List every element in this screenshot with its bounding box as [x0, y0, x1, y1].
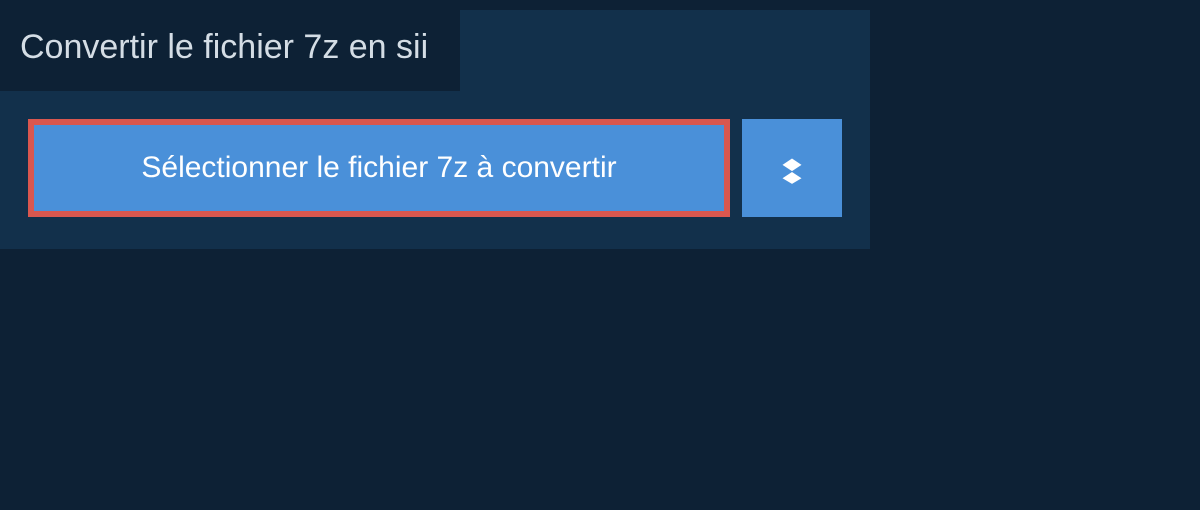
upload-panel: Sélectionner le fichier 7z à convertir	[0, 91, 870, 249]
page-title: Convertir le fichier 7z en sii	[0, 10, 460, 91]
dropbox-button[interactable]	[742, 119, 842, 217]
page-title-text: Convertir le fichier 7z en sii	[20, 28, 428, 66]
converter-panel: Convertir le fichier 7z en sii	[0, 10, 870, 91]
select-file-button[interactable]: Sélectionner le fichier 7z à convertir	[28, 119, 730, 217]
select-file-label: Sélectionner le fichier 7z à convertir	[141, 151, 616, 184]
dropbox-icon	[773, 149, 811, 187]
